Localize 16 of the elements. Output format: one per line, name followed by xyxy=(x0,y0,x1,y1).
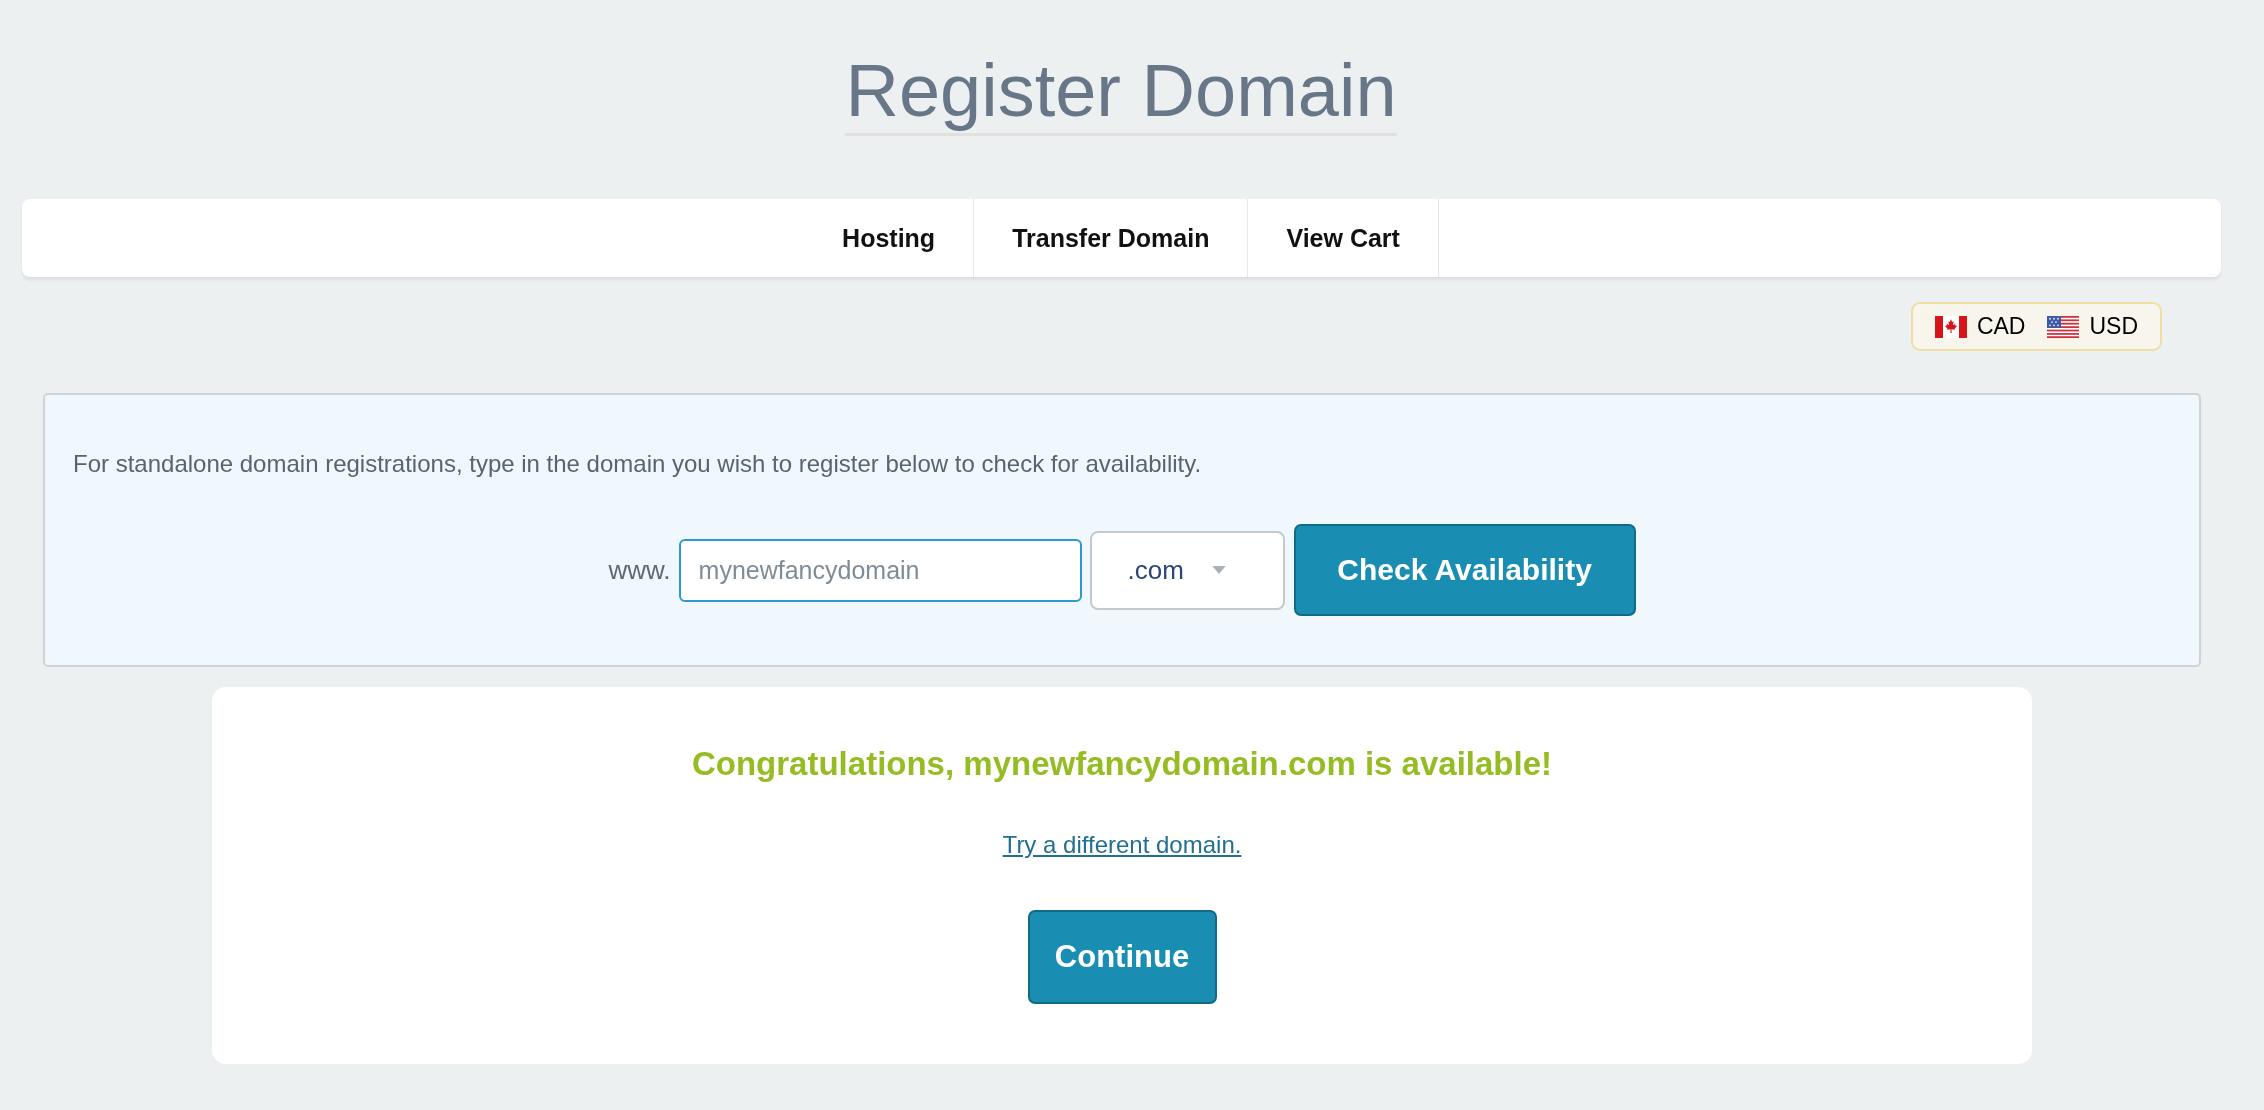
check-availability-button[interactable]: Check Availability xyxy=(1293,524,1636,616)
nav-link[interactable]: Hosting xyxy=(804,199,975,277)
tld-select[interactable]: .com xyxy=(1089,530,1285,610)
availability-message: Congratulations, mynewfancydomain.com is available! xyxy=(691,744,1552,784)
page-title: Register Domain xyxy=(845,54,1397,136)
usa-flag-icon xyxy=(2047,315,2080,338)
www-prefix: www. xyxy=(608,554,671,586)
nav-link[interactable]: View Cart xyxy=(1248,199,1439,277)
currency-link[interactable]: USD xyxy=(2047,313,2138,340)
search-instructions: For standalone domain registrations, type in the domain you wish to register below to check for availability. xyxy=(73,449,1203,479)
continue-button[interactable]: Continue xyxy=(1027,910,1217,1004)
caret-icon xyxy=(1211,566,1226,574)
try-different-domain-link[interactable]: Try a different domain. xyxy=(1002,831,1242,858)
canada-flag-icon xyxy=(1934,315,1967,338)
nav-link[interactable]: Transfer Domain xyxy=(974,199,1249,277)
currency-link[interactable]: CAD xyxy=(1934,313,2026,340)
